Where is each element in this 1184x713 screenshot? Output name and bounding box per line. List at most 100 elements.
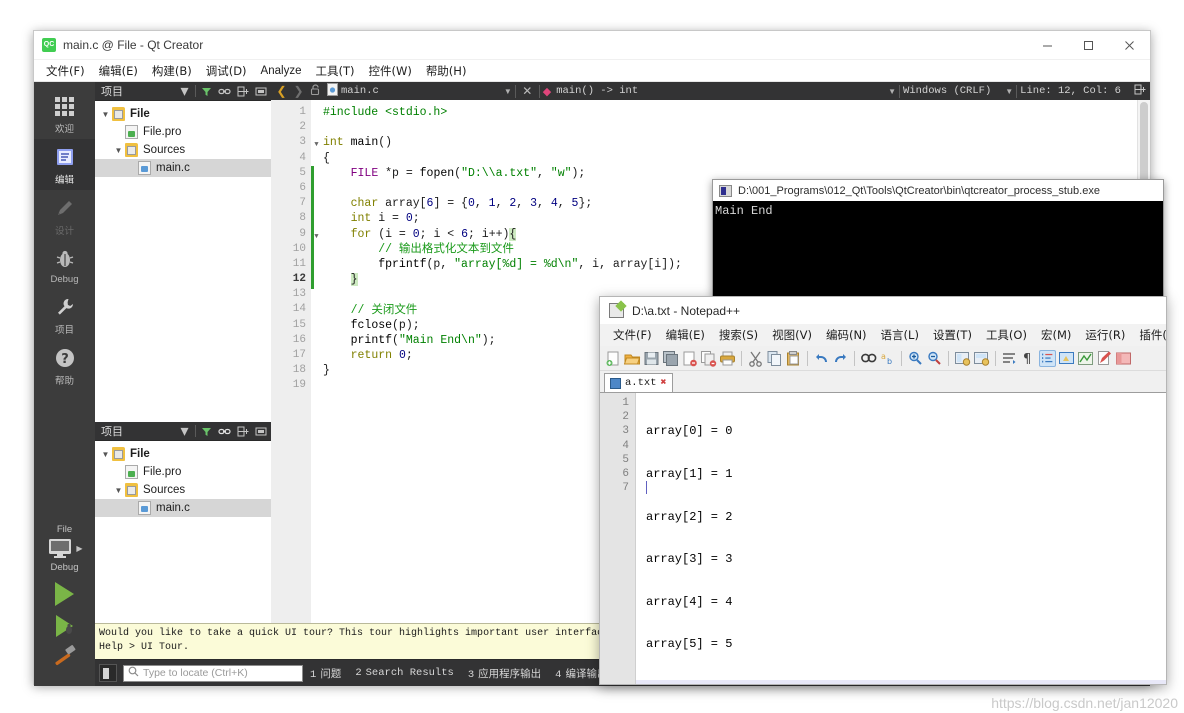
project-tree-top[interactable]: ▼ File File.pro ▼ Sources main.c [95, 101, 271, 422]
locator-input[interactable]: Type to locate (Ctrl+K) [123, 664, 303, 682]
print-icon[interactable] [719, 350, 736, 367]
split-icon[interactable] [235, 424, 250, 439]
npp-menu-file[interactable]: 文件(F) [606, 327, 659, 343]
menu-file[interactable]: 文件(F) [39, 61, 92, 81]
tree-row-mainc[interactable]: main.c [95, 499, 271, 517]
run-button[interactable] [55, 582, 74, 606]
build-button[interactable] [52, 645, 78, 674]
close-all-icon[interactable] [700, 350, 717, 367]
chevron-down-icon[interactable]: ▼ [99, 450, 112, 459]
tree-row-sources[interactable]: ▼ Sources [95, 481, 271, 499]
npp-menu-macro[interactable]: 宏(M) [1034, 327, 1078, 343]
close-file-icon[interactable] [681, 350, 698, 367]
minimize-panel-icon[interactable] [253, 84, 268, 99]
chevron-down-icon[interactable]: ▼ [112, 486, 125, 495]
paste-icon[interactable] [785, 350, 802, 367]
find-icon[interactable] [860, 350, 877, 367]
function-list-icon[interactable] [1077, 350, 1094, 367]
tree-row-mainc[interactable]: main.c [95, 159, 271, 177]
notepadpp-editor[interactable]: 1 2 3 4 5 6 7 array[0] = 0 array[1] = 1 … [600, 393, 1166, 684]
sync-v-icon[interactable] [954, 350, 971, 367]
npp-menu-encoding[interactable]: 编码(N) [819, 327, 874, 343]
replace-icon[interactable]: ab [879, 350, 896, 367]
chevron-down-icon[interactable]: ▾ [177, 423, 192, 440]
panel-toggle-icon[interactable] [99, 664, 117, 682]
zoom-out-icon[interactable] [926, 350, 943, 367]
tree-row-filepro[interactable]: File.pro [95, 463, 271, 481]
copy-icon[interactable] [766, 350, 783, 367]
npp-menu-language[interactable]: 语言(L) [874, 327, 926, 343]
notepadpp-text-content[interactable]: array[0] = 0 array[1] = 1 array[2] = 2 a… [636, 393, 1166, 684]
word-wrap-icon[interactable] [1001, 350, 1018, 367]
minimize-panel-icon[interactable] [253, 424, 268, 439]
fold-toggle-icon[interactable]: ▼ [312, 138, 321, 149]
close-editor-icon[interactable]: ✕ [519, 84, 536, 98]
editor-file-name[interactable]: main.c [341, 85, 379, 97]
debug-button[interactable] [56, 615, 73, 637]
open-file-icon[interactable] [623, 350, 641, 367]
chevron-down-icon[interactable]: ▾ [177, 83, 192, 100]
line-ending-selector[interactable]: Windows (CRLF) [903, 85, 991, 97]
save-all-icon[interactable] [662, 350, 679, 367]
maximize-button[interactable] [1068, 31, 1109, 59]
output-pane-app-output[interactable]: 3 应用程序输出 [461, 666, 548, 681]
new-file-icon[interactable] [605, 350, 622, 367]
close-tab-icon[interactable]: ✖ [661, 377, 667, 389]
unlock-icon[interactable] [307, 83, 324, 99]
editor-symbol-name[interactable]: main() -> int [556, 85, 638, 97]
link-icon[interactable] [217, 424, 232, 439]
filter-icon[interactable] [199, 424, 214, 439]
npp-menu-search[interactable]: 搜索(S) [712, 327, 765, 343]
npp-menu-view[interactable]: 视图(V) [765, 327, 819, 343]
tree-row-sources[interactable]: ▼ Sources [95, 141, 271, 159]
sidebar-item-help[interactable]: ? 帮助 [34, 340, 95, 391]
split-icon[interactable] [235, 84, 250, 99]
tree-row-filepro[interactable]: File.pro [95, 123, 271, 141]
line-ending-caret[interactable]: ▼ [1005, 87, 1013, 96]
menu-help[interactable]: 帮助(H) [419, 61, 474, 81]
indent-guide-icon[interactable] [1039, 349, 1056, 367]
npp-menu-plugins[interactable]: 插件(P) [1132, 327, 1166, 343]
chevron-down-icon[interactable]: ▼ [99, 110, 112, 119]
macro-record-icon[interactable] [1096, 350, 1113, 367]
chevron-right-icon[interactable]: ❯ [290, 84, 307, 98]
sidebar-item-design[interactable]: 设计 [34, 190, 95, 241]
output-pane-problems[interactable]: 1 问题 [303, 666, 348, 681]
save-icon[interactable] [643, 350, 660, 367]
ui-preview-icon[interactable] [1058, 350, 1075, 367]
show-all-chars-icon[interactable]: ¶ [1020, 350, 1037, 367]
file-dropdown-caret[interactable]: ▼ [504, 87, 512, 96]
split-editor-icon[interactable] [1131, 84, 1148, 98]
project-tree-bottom[interactable]: ▼ File File.pro ▼ Sources main.c [95, 441, 271, 623]
document-map-icon[interactable] [1115, 350, 1132, 367]
npp-menu-run[interactable]: 运行(R) [1078, 327, 1132, 343]
sidebar-item-edit[interactable]: 编辑 [34, 139, 95, 190]
sidebar-item-debug[interactable]: Debug [34, 241, 95, 289]
cut-icon[interactable] [747, 350, 764, 367]
menu-edit[interactable]: 编辑(E) [92, 61, 145, 81]
monitor-icon[interactable]: ▶ [46, 537, 83, 559]
npp-menu-tools[interactable]: 工具(O) [979, 327, 1034, 343]
sidebar-item-welcome[interactable]: 欢迎 [34, 88, 95, 139]
menu-tools[interactable]: 工具(T) [308, 61, 361, 81]
sidebar-item-projects[interactable]: 项目 [34, 289, 95, 340]
undo-icon[interactable] [813, 350, 830, 367]
menu-build[interactable]: 构建(B) [145, 61, 199, 81]
chevron-left-icon[interactable]: ❮ [273, 84, 290, 98]
menu-analyze[interactable]: Analyze [254, 63, 309, 79]
minimize-button[interactable] [1027, 31, 1068, 59]
menu-debug[interactable]: 调试(D) [199, 61, 254, 81]
npp-menu-settings[interactable]: 设置(T) [926, 327, 979, 343]
zoom-in-icon[interactable] [907, 350, 924, 367]
redo-icon[interactable] [832, 350, 849, 367]
symbol-dropdown-caret[interactable]: ▼ [888, 87, 896, 96]
tree-row-file[interactable]: ▼ File [95, 105, 271, 123]
sync-h-icon[interactable] [973, 350, 990, 367]
chevron-down-icon[interactable]: ▼ [112, 146, 125, 155]
link-icon[interactable] [217, 84, 232, 99]
output-pane-search-results[interactable]: 2 Search Results [348, 667, 461, 679]
close-button[interactable] [1109, 31, 1150, 59]
filter-icon[interactable] [199, 84, 214, 99]
npp-menu-edit[interactable]: 编辑(E) [659, 327, 712, 343]
menu-widgets[interactable]: 控件(W) [361, 61, 418, 81]
